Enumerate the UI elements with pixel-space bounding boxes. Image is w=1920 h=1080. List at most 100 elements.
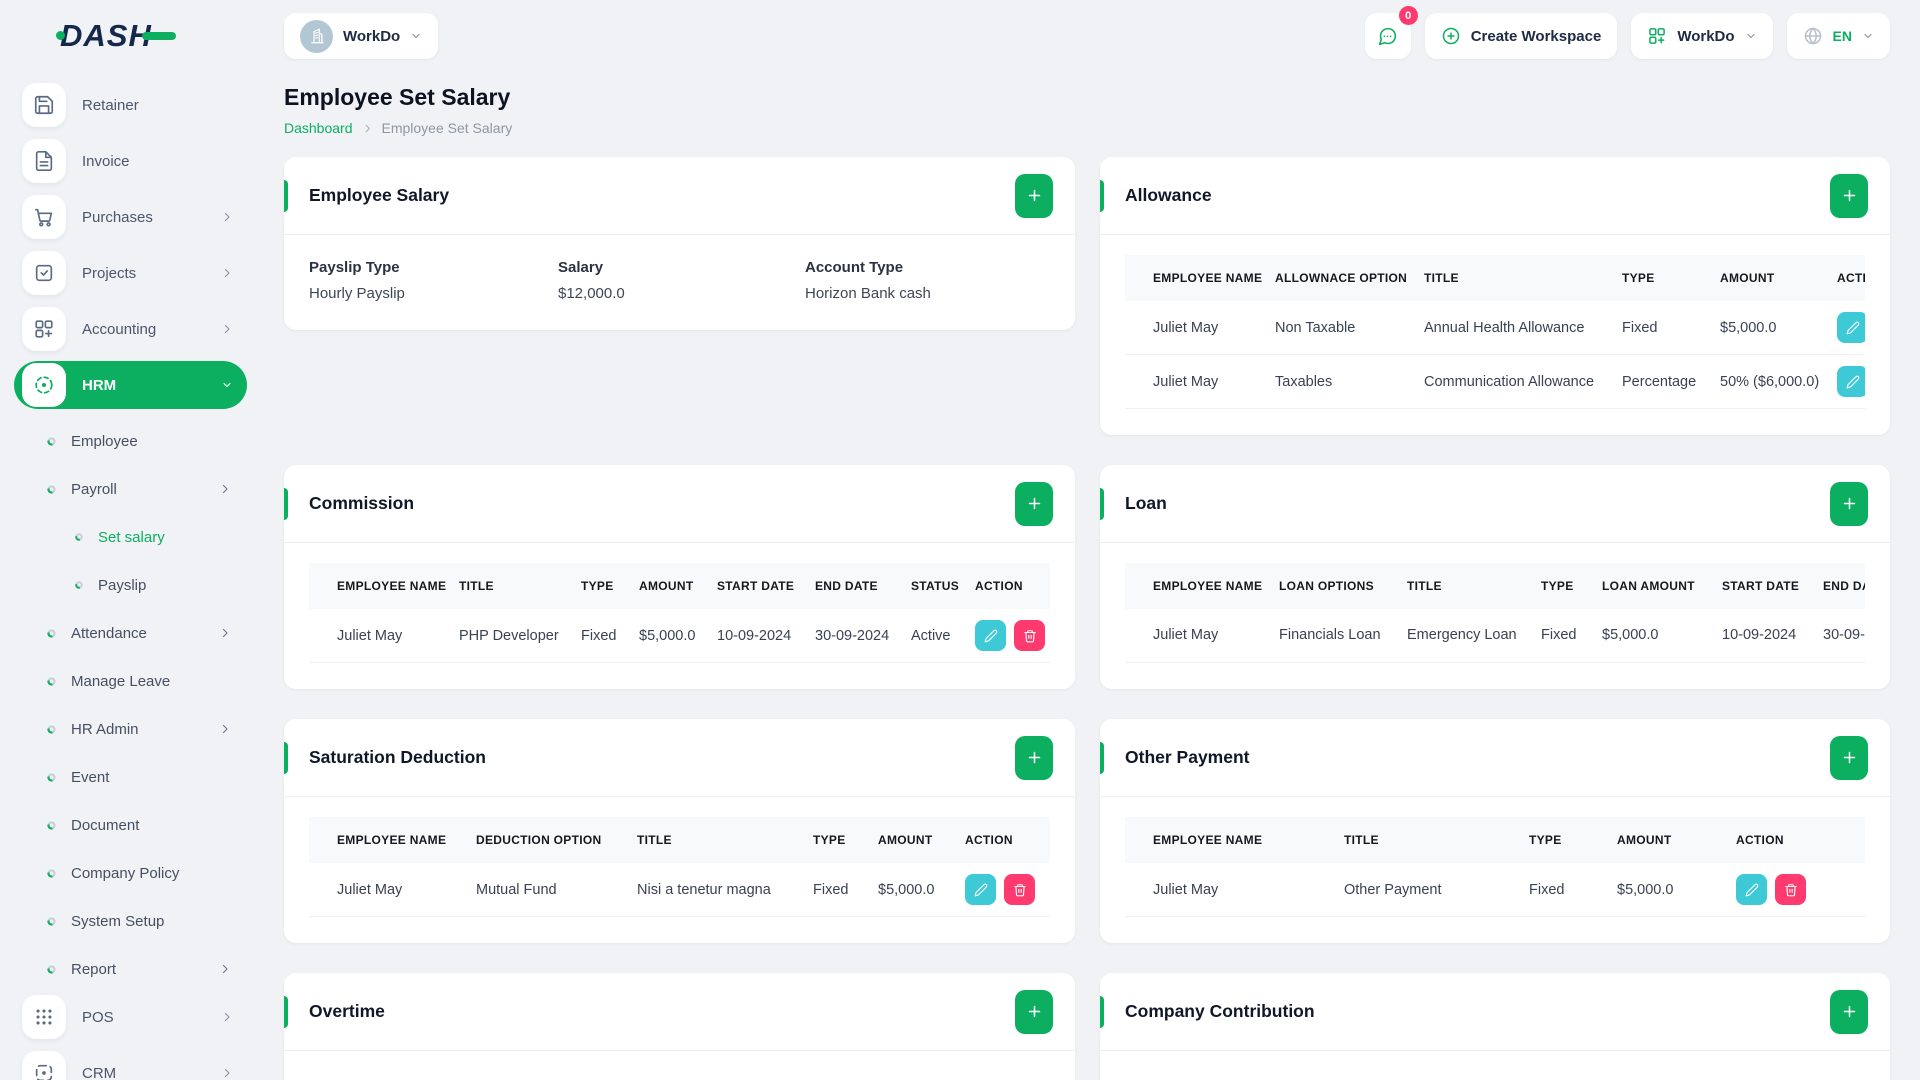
company-contribution-card: Company Contribution (1100, 973, 1890, 1080)
delete-button[interactable] (1004, 874, 1035, 905)
table-cell: $5,000.0 (639, 609, 717, 663)
retainer-icon (22, 83, 66, 127)
table-cell: 30-09-2024 (815, 609, 911, 663)
edit-button[interactable] (1837, 312, 1865, 343)
language-selector[interactable]: EN (1786, 13, 1890, 59)
table-cell: Financials Loan (1279, 609, 1407, 663)
sidebar-item-hrm[interactable]: HRM (14, 361, 247, 409)
field-label: Payslip Type (309, 259, 400, 276)
logo-dot-accent (56, 31, 65, 40)
sidebar-item-retainer[interactable]: Retainer (14, 81, 247, 129)
table-cell: Percentage (1622, 354, 1720, 409)
add-allowance-button[interactable] (1830, 173, 1868, 218)
column-header: Action (975, 579, 1023, 593)
column-header: Allownace Option (1275, 271, 1408, 285)
table-cell: 50% ($6,000.0) (1720, 354, 1837, 409)
logo-text: DASH (60, 18, 152, 53)
create-workspace-label: Create Workspace (1470, 27, 1602, 45)
add-other-payment-button[interactable] (1830, 735, 1868, 780)
sidebar-item-label: Attendance (71, 624, 147, 642)
sidebar-item-projects[interactable]: Projects (14, 249, 247, 297)
company-menu[interactable]: WorkDo (1631, 13, 1773, 59)
column-header: Amount (1720, 271, 1775, 285)
table-row: Juliet May Other Payment Fixed $5,000.0 (1125, 863, 1865, 917)
sidebar-item-event[interactable]: Event (14, 753, 247, 801)
sidebar-item-pos[interactable]: POS (14, 993, 247, 1041)
sidebar-item-attendance[interactable]: Attendance (14, 609, 247, 657)
app-root: DASH Retainer Invoice Purchases Projects Acc… (0, 0, 1920, 1080)
plus-icon (1028, 1005, 1040, 1018)
sidebar-item-purchases[interactable]: Purchases (14, 193, 247, 241)
table-cell: $5,000.0 (1617, 863, 1736, 917)
table-cell: 10-09-2024 (717, 609, 815, 663)
add-overtime-button[interactable] (1015, 989, 1053, 1034)
field-label: Salary (558, 259, 604, 276)
sidebar-item-payslip[interactable]: Payslip (14, 561, 247, 609)
table-cell: Juliet May (309, 609, 459, 663)
add-saturation-deduction-button[interactable] (1015, 735, 1053, 780)
table-cell: Fixed (1529, 863, 1617, 917)
table-cell: Juliet May (1125, 863, 1344, 917)
pencil-icon (1846, 375, 1859, 388)
topbar: WorkDo 0 Create Workspace WorkDo EN (284, 0, 1890, 72)
card-title: Company Contribution (1125, 1001, 1315, 1021)
chevron-down-icon (412, 33, 420, 39)
add-commission-button[interactable] (1015, 481, 1053, 526)
sidebar-item-set-salary[interactable]: Set salary (14, 513, 247, 561)
plus-icon (1843, 1005, 1855, 1018)
edit-button[interactable] (1736, 874, 1767, 905)
brand-logo[interactable]: DASH (14, 0, 247, 72)
sidebar-item-document[interactable]: Document (14, 801, 247, 849)
pencil-icon (1745, 883, 1758, 896)
table-cell: Fixed (1622, 301, 1720, 355)
add-company-contribution-button[interactable] (1830, 989, 1868, 1034)
sidebar-item-label: Accounting (82, 320, 157, 338)
messages-button[interactable]: 0 (1364, 6, 1418, 59)
table-cell: Other Payment (1344, 863, 1529, 917)
sidebar-item-label: Projects (82, 264, 137, 282)
sidebar-item-accounting[interactable]: Accounting (14, 305, 247, 353)
sidebar-item-system-setup[interactable]: System Setup (14, 897, 247, 945)
delete-button[interactable] (1775, 874, 1806, 905)
loan-table: Employee Name Loan Options Title Type Loan A… (1125, 563, 1865, 663)
table-cell: Active (911, 609, 975, 663)
sidebar-item-company-policy[interactable]: Company Policy (14, 849, 247, 897)
sidebar-item-label: Company Policy (71, 864, 180, 882)
create-workspace-button[interactable]: Create Workspace (1424, 13, 1618, 59)
sidebar-item-hr-admin[interactable]: HR Admin (14, 705, 247, 753)
bullet-circle-icon (47, 436, 56, 446)
breadcrumb-dashboard-link[interactable]: Dashboard (284, 120, 353, 136)
edit-button[interactable] (965, 874, 996, 905)
column-header: Deduction Option (476, 833, 602, 847)
column-header: Title (637, 833, 672, 847)
sidebar-item-invoice[interactable]: Invoice (14, 137, 247, 185)
sidebar-item-crm[interactable]: CRM (14, 1049, 247, 1080)
bullet-circle-icon (47, 676, 56, 686)
pencil-icon (1846, 321, 1859, 334)
table-row: Juliet May Financials Loan Emergency Loan F… (1125, 609, 1865, 663)
chevron-right-icon (222, 964, 228, 974)
chevron-right-icon (222, 484, 228, 494)
edit-button[interactable] (1837, 366, 1865, 397)
bullet-circle-icon (47, 820, 56, 830)
bullet-circle-icon (75, 533, 83, 541)
cards-grid: Employee Salary Payslip Type Hourly Pays… (284, 157, 1890, 1080)
overtime-card: Overtime (284, 973, 1075, 1080)
sidebar-item-label: Payslip (98, 576, 147, 594)
column-header: Employee Name (337, 579, 447, 593)
sidebar-item-label: Payroll (71, 480, 117, 498)
edit-button[interactable] (975, 620, 1006, 651)
add-employee-salary-button[interactable] (1015, 173, 1053, 218)
sidebar-item-label: System Setup (71, 912, 165, 930)
column-header: Type (1622, 271, 1655, 285)
sidebar-nav: Retainer Invoice Purchases Projects Accounti… (14, 81, 247, 1080)
building-icon (310, 28, 324, 44)
column-header: Employee Name (1153, 579, 1263, 593)
sidebar-item-manage-leave[interactable]: Manage Leave (14, 657, 247, 705)
sidebar-item-payroll[interactable]: Payroll (14, 465, 247, 513)
sidebar-item-employee[interactable]: Employee (14, 417, 247, 465)
delete-button[interactable] (1014, 620, 1045, 651)
add-loan-button[interactable] (1830, 481, 1868, 526)
sidebar-item-report[interactable]: Report (14, 945, 247, 993)
workspace-switcher[interactable]: WorkDo (284, 13, 439, 59)
